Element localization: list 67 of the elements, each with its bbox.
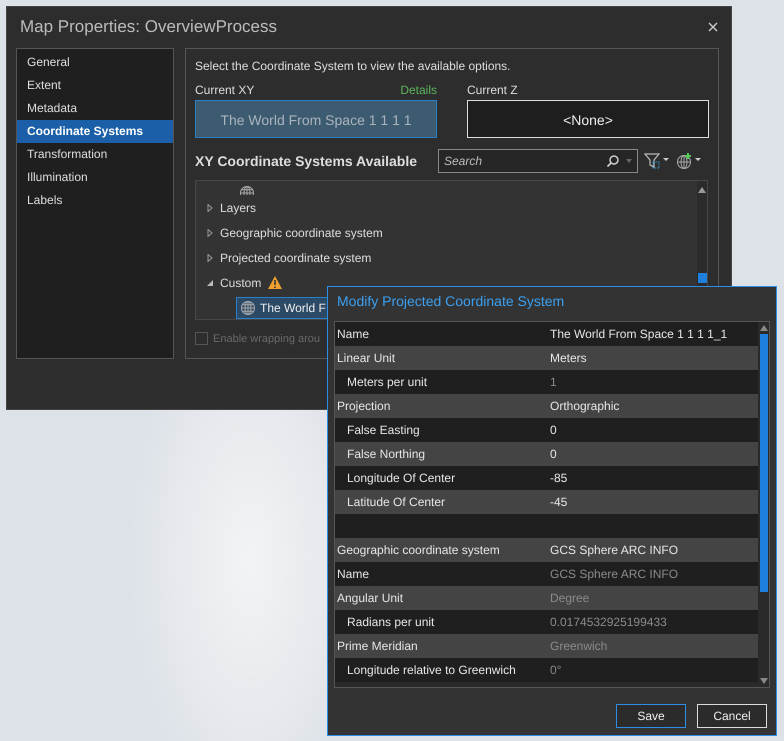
property-value: Greenwich (550, 639, 608, 653)
property-value[interactable]: -45 (550, 495, 568, 509)
property-name: Geographic coordinate system (336, 543, 501, 557)
sidebar-item[interactable]: Metadata (17, 97, 173, 120)
tree-item[interactable]: Projected coordinate system (220, 250, 372, 264)
property-value[interactable]: GCS Sphere ARC INFO (550, 543, 678, 557)
scroll-thumb[interactable] (698, 273, 706, 283)
sidebar-item[interactable]: Transformation (17, 143, 173, 166)
property-name: Radians per unit (346, 615, 436, 629)
property-value[interactable]: The World From Space 1 1 1 1_1 (550, 327, 728, 341)
search-icon[interactable] (606, 154, 620, 168)
scroll-up-icon[interactable] (698, 187, 706, 193)
scroll-thumb[interactable] (760, 334, 768, 592)
tree-item[interactable]: The World F (236, 296, 330, 318)
caret-icon[interactable] (626, 159, 632, 163)
section-heading: XY Coordinate Systems Available (195, 153, 418, 169)
property-value: 0° (550, 663, 562, 677)
property-value: 1 (550, 375, 557, 389)
tree-item[interactable]: Geographic coordinate system (220, 226, 383, 240)
property-value[interactable]: 0 (550, 423, 557, 437)
checkbox-label: Enable wrapping arou (213, 332, 320, 344)
property-value: GCS Sphere ARC INFO (550, 567, 678, 581)
property-name: Name (336, 327, 370, 341)
collapsed-arrow-icon[interactable] (206, 228, 214, 236)
property-value: 0.0174532925199433 (550, 615, 667, 629)
sidebar-item[interactable]: Coordinate Systems (17, 120, 173, 143)
property-name: Meters per unit (346, 375, 428, 389)
expanded-arrow-icon[interactable] (206, 278, 214, 286)
property-value[interactable]: -85 (550, 471, 568, 485)
property-name: Latitude Of Center (346, 495, 446, 509)
collapsed-arrow-icon[interactable] (206, 254, 214, 262)
close-icon[interactable] (708, 22, 718, 32)
property-name: Longitude Of Center (346, 471, 456, 485)
property-name: False Easting (346, 423, 421, 437)
property-name: Projection (336, 399, 392, 413)
property-name: Angular Unit (336, 591, 404, 605)
scroll-up-icon[interactable] (760, 325, 768, 331)
save-button[interactable]: Save (616, 704, 686, 728)
sidebar-item[interactable]: General (17, 51, 173, 74)
current-z-value[interactable]: <None> (467, 100, 709, 138)
sidebar-item[interactable]: Labels (17, 189, 173, 212)
property-value: Degree (550, 591, 590, 605)
cancel-button[interactable]: Cancel (697, 704, 767, 728)
collapsed-arrow-icon[interactable] (206, 204, 214, 212)
property-name: Name (336, 567, 370, 581)
property-name: Linear Unit (336, 351, 396, 365)
dialog-title: Modify Projected Coordinate System (336, 292, 566, 311)
globe-icon (240, 300, 256, 316)
property-name: False Northing (346, 447, 426, 461)
property-name: Longitude relative to Greenwich (346, 663, 517, 677)
tree-item[interactable]: Custom (220, 276, 262, 290)
sidebar-item[interactable]: Illumination (17, 166, 173, 189)
window-title: Map Properties: OverviewProcess (20, 17, 277, 37)
sidebar-item[interactable]: Extent (17, 74, 173, 97)
instruction-text: Select the Coordinate System to view the available options. (195, 59, 512, 75)
property-value[interactable]: 0 (550, 447, 557, 461)
filter-icon[interactable] (644, 152, 670, 170)
property-name: Prime Meridian (336, 639, 419, 653)
current-z-label: Current Z (467, 83, 518, 99)
details-link[interactable]: Details (400, 83, 437, 100)
tree-item[interactable]: Layers (220, 200, 256, 214)
search-field[interactable]: Search (438, 149, 638, 173)
current-xy-label: Current XY (195, 83, 254, 99)
scroll-down-icon[interactable] (760, 678, 768, 684)
property-value[interactable]: Meters (550, 351, 587, 365)
add-globe-icon[interactable] (676, 152, 702, 170)
property-value[interactable]: Orthographic (550, 399, 620, 413)
